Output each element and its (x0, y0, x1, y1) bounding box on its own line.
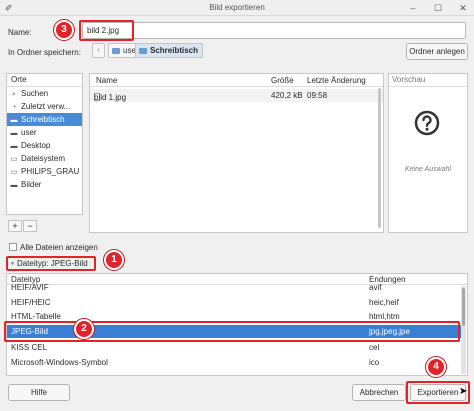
jpeg-row-highlight (4, 321, 460, 342)
minimize-button[interactable]: – (407, 2, 419, 14)
save-in-folder-label: In Ordner speichern: (8, 48, 81, 57)
filename-input[interactable]: bild 2.jpg (82, 22, 466, 39)
name-label: Name: (8, 28, 32, 37)
step-marker-3: 3 (54, 20, 74, 40)
folder-icon (139, 48, 147, 54)
place-home[interactable]: ▬ user (7, 126, 82, 139)
path-crumb-desktop[interactable]: Schreibtisch (135, 43, 204, 58)
place-search[interactable]: ⌕ Suchen (7, 87, 82, 100)
crumb-label: Schreibtisch (150, 46, 199, 55)
show-all-files-checkbox[interactable]: Alle Dateien anzeigen (9, 243, 98, 252)
step-marker-4: 4 (426, 357, 446, 377)
filetype-expander[interactable]: ▼ Dateityp: JPEG-Bild (6, 256, 96, 271)
search-icon: ⌕ (12, 91, 16, 98)
column-size[interactable]: Größe (271, 76, 294, 85)
places-sidebar: Orte ⌕ Suchen ◔ Zuletzt verw... ▬ Schreibti… (6, 73, 83, 215)
file-list-scrollbar[interactable] (378, 88, 381, 228)
file-row[interactable]: bild 1.jpg 420,2 kB 09:58 (90, 89, 383, 102)
recent-icon: ◔ (11, 104, 17, 111)
place-usb-drive[interactable]: ▭ PHILIPS_GRAU (7, 165, 82, 178)
filetype-row[interactable]: HEIF/AVIF avif (7, 281, 462, 294)
mouse-pointer-icon: ➤ (459, 386, 468, 397)
filename-highlight (79, 20, 134, 41)
path-back-button[interactable]: ‹ (92, 43, 105, 58)
step-marker-1: 1 (104, 250, 124, 270)
help-button[interactable]: Hilfe (8, 384, 70, 401)
folder-icon: ▬ (10, 117, 18, 124)
filetype-row[interactable]: HEIF/HEIC heic,heif (7, 296, 462, 309)
drive-icon: ▭ (10, 156, 18, 163)
close-button[interactable]: ✕ (457, 2, 469, 14)
place-filesystem[interactable]: ▭ Dateisystem (7, 152, 82, 165)
filetype-row[interactable]: Microsoft-Windows-Symbol ico (7, 356, 462, 369)
remove-place-button[interactable]: − (23, 220, 37, 232)
title-bar: ✐ Bild exportieren – ☐ ✕ (0, 0, 474, 16)
expander-arrow-icon: ▼ (10, 261, 15, 267)
filetype-label: Dateityp: JPEG-Bild (16, 259, 88, 268)
column-modified[interactable]: Letzte Änderung (307, 76, 366, 85)
file-modified: 09:58 (307, 91, 328, 100)
scrollbar-thumb[interactable] (462, 288, 465, 326)
maximize-button[interactable]: ☐ (432, 2, 444, 14)
usb-drive-icon: ▭ (10, 169, 18, 176)
place-desktop-folder[interactable]: ▬ Schreibtisch (7, 113, 82, 126)
cancel-button[interactable]: Abbrechen (352, 384, 406, 401)
preview-header: Vorschau (389, 74, 467, 87)
column-name[interactable]: Name (96, 76, 117, 85)
place-recent[interactable]: ◔ Zuletzt verw... (7, 100, 82, 113)
question-icon (414, 110, 440, 136)
step-marker-2: 2 (74, 319, 94, 339)
folder-icon (112, 48, 120, 54)
window-title: Bild exportieren (209, 3, 265, 12)
file-list-header: Name Größe Letzte Änderung (90, 74, 383, 87)
places-header: Orte (7, 74, 82, 87)
places-tools: + − (8, 220, 38, 232)
place-desktop[interactable]: ▬ Desktop (7, 139, 82, 152)
create-folder-button[interactable]: Ordner anlegen (406, 43, 468, 60)
folder-icon: ▬ (10, 143, 18, 150)
show-all-files-label: Alle Dateien anzeigen (20, 243, 98, 252)
home-icon: ▬ (10, 130, 18, 137)
filetype-row[interactable]: KISS CEL cel (7, 341, 462, 354)
folder-icon: ▬ (10, 182, 18, 189)
file-size: 420,2 kB (271, 91, 303, 100)
filetype-list-scrollbar[interactable] (461, 286, 466, 374)
preview-pane: Vorschau Keine Auswahl (388, 73, 468, 233)
file-list: Name Größe Letzte Änderung bild 1.jpg 42… (89, 73, 384, 233)
add-place-button[interactable]: + (8, 220, 22, 232)
no-selection-text: Keine Auswahl (404, 166, 452, 173)
checkbox-box (9, 243, 17, 251)
place-pictures[interactable]: ▬ Bilder (7, 178, 82, 191)
